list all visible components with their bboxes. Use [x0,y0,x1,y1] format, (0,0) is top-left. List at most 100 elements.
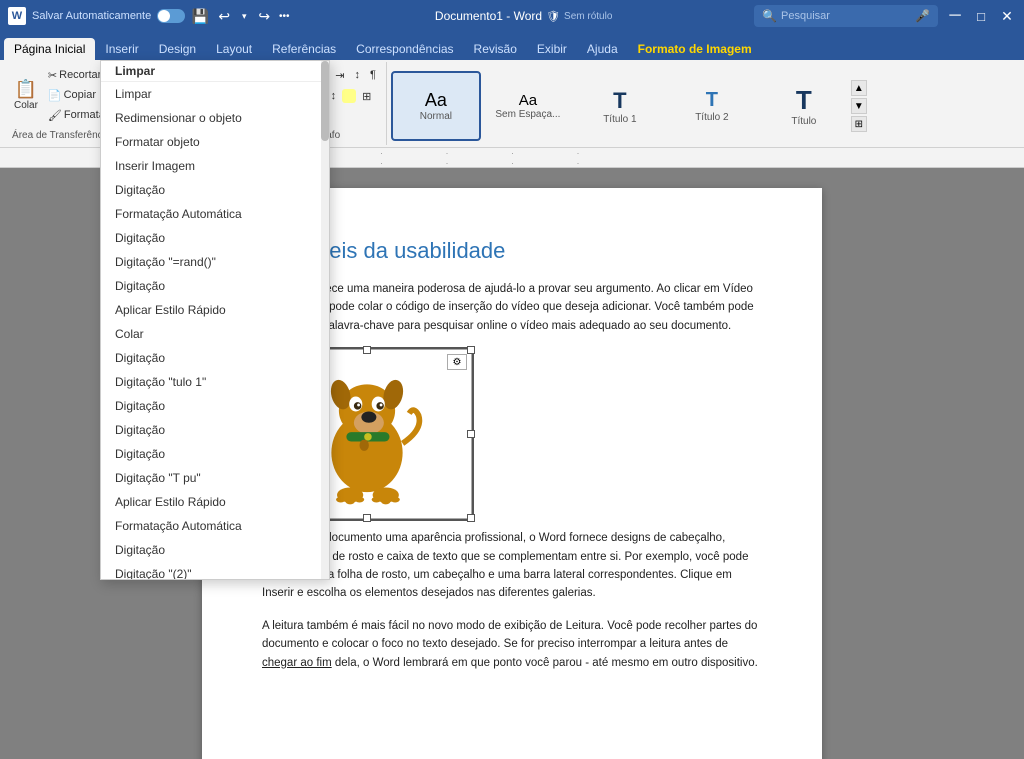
styles-scroll-down[interactable]: ▼ [851,98,867,114]
style-title1[interactable]: T Título 1 [575,71,665,141]
style-t2-preview: T [706,89,718,112]
word-app-icon: W [8,7,26,25]
tab-design[interactable]: Design [149,38,206,60]
tab-mailings[interactable]: Correspondências [346,38,463,60]
copy-icon: 📄 [48,89,62,102]
cut-label: Recortar [59,69,101,81]
dropdown-item-17[interactable]: Digitação "T pu" [101,466,329,490]
dropdown-item-1[interactable]: Limpar [101,82,329,106]
style-normal[interactable]: Aa Normal [391,71,481,141]
dropdown-item-10[interactable]: Aplicar Estilo Rápido [101,298,329,322]
dropdown-scrollbar[interactable] [321,61,329,579]
undo-redo-group: ↩ ▾ ↪ ••• [215,7,293,25]
handle-mid-right[interactable] [467,430,475,438]
dropdown-item-19[interactable]: Formatação Automática [101,514,329,538]
dropdown-item-14[interactable]: Digitação [101,394,329,418]
tab-layout[interactable]: Layout [206,38,262,60]
dropdown-item-6[interactable]: Formatação Automática [101,202,329,226]
style-normal-preview: Aa [425,90,447,111]
increase-indent-button[interactable]: ⇥ [331,66,348,84]
autosave-toggle[interactable] [157,9,185,23]
ribbon-tabs: Página Inicial Inserir Design Layout Ref… [0,32,1024,60]
dropdown-item-16[interactable]: Digitação [101,442,329,466]
paste-button[interactable]: 📋 Colar [10,71,42,119]
cut-icon: ✂ [48,69,57,82]
ruler-marks: · · · · · · · · · · · · · · · · · · · · … [380,148,644,168]
copy-label: Copiar [64,89,96,101]
sort-button[interactable]: ↕ [350,66,364,84]
minimize-button[interactable]: ─ [946,7,964,25]
style-titulo-label: Título [791,116,816,127]
style-titulo-preview: T [796,85,812,116]
format-painter-icon: 🖌 [48,109,62,122]
undo-button[interactable]: ↩ [215,7,233,25]
dropdown-item-2[interactable]: Redimensionar o objeto [101,106,329,130]
tag-label: Sem rótulo [564,11,612,22]
dropdown-item-13[interactable]: Digitação "tulo 1" [101,370,329,394]
microphone-icon[interactable]: 🎤 [915,9,930,23]
title-bar-center: Documento1 - Word 🛡 Sem rótulo [293,9,754,23]
dropdown-item-18[interactable]: Aplicar Estilo Rápido [101,490,329,514]
close-button[interactable]: ✕ [998,7,1016,25]
dropdown-item-5[interactable]: Digitação [101,178,329,202]
style-t2-label: Título 2 [695,112,728,123]
show-hide-button[interactable]: ¶ [366,66,380,84]
handle-bottom-mid[interactable] [363,514,371,522]
save-button[interactable]: 💾 [191,7,209,25]
style-nospace[interactable]: Aa Sem Espaça... [483,71,573,141]
dropdown-item-21[interactable]: Digitação "(2)" [101,562,329,580]
title-bar-right: 🔍 🎤 ─ □ ✕ [754,5,1016,27]
redo-button[interactable]: ↪ [255,7,273,25]
tab-insert[interactable]: Inserir [95,38,148,60]
document-para2[interactable]: Para dar ao documento uma aparência prof… [262,529,762,603]
handle-top-right[interactable] [467,346,475,354]
tab-format-image[interactable]: Formato de Imagem [628,38,762,60]
paste-icon: 📋 [15,79,37,100]
undo-dropdown-button[interactable]: ▾ [235,7,253,25]
shield-icon: 🛡 [546,10,560,23]
search-input[interactable] [781,10,911,22]
style-t1-label: Título 1 [603,114,636,125]
document-para3[interactable]: A leitura também é mais fácil no novo mo… [262,617,762,672]
title-bar: W Salvar Automaticamente 💾 ↩ ▾ ↪ ••• Doc… [0,0,1024,32]
image-options-button[interactable]: ⚙ [447,354,467,370]
dropdown-item-20[interactable]: Digitação [101,538,329,562]
dropdown-items-container: LimparLimparRedimensionar o objetoFormat… [101,61,329,580]
document-title: Documento1 - Word [435,9,542,23]
borders-button[interactable]: ⊞ [358,87,375,105]
dropdown-item-7[interactable]: Digitação [101,226,329,250]
dropdown-item-0[interactable]: Limpar [101,61,329,82]
clipboard-label: Área de Transferência [12,130,110,141]
styles-scroll-controls: ▲ ▼ ⊞ [851,80,867,132]
handle-bottom-right[interactable] [467,514,475,522]
search-box[interactable]: 🔍 🎤 [754,5,938,27]
more-button[interactable]: ••• [275,7,293,25]
title-bar-left: W Salvar Automaticamente 💾 ↩ ▾ ↪ ••• [8,7,293,25]
tab-references[interactable]: Referências [262,38,346,60]
dropdown-item-11[interactable]: Colar [101,322,329,346]
dropdown-item-15[interactable]: Digitação [101,418,329,442]
document-para1[interactable]: O vídeo fornece uma maneira poderosa de … [262,280,762,335]
styles-scroll-up[interactable]: ▲ [851,80,867,96]
dropdown-item-3[interactable]: Formatar objeto [101,130,329,154]
undo-dropdown: LimparLimparRedimensionar o objetoFormat… [100,60,330,580]
tab-help[interactable]: Ajuda [577,38,628,60]
dropdown-item-12[interactable]: Digitação [101,346,329,370]
underline-text: chegar ao fim [262,657,332,669]
dropdown-item-4[interactable]: Inserir Imagem [101,154,329,178]
handle-top-mid[interactable] [363,346,371,354]
style-t1-preview: T [613,88,626,114]
tab-view[interactable]: Exibir [527,38,577,60]
style-titulo[interactable]: T Título [759,71,849,141]
search-icon: 🔍 [762,9,777,23]
document-heading: As 10 leis da usabilidade [262,238,762,264]
tab-review[interactable]: Revisão [464,38,527,60]
dropdown-item-9[interactable]: Digitação [101,274,329,298]
styles-expand[interactable]: ⊞ [851,116,867,132]
maximize-button[interactable]: □ [972,7,990,25]
style-title2[interactable]: T Título 2 [667,71,757,141]
tab-home[interactable]: Página Inicial [4,38,95,60]
style-nospace-label: Sem Espaça... [495,109,560,120]
dropdown-item-8[interactable]: Digitação "=rand()" [101,250,329,274]
shading-button[interactable] [342,89,356,103]
